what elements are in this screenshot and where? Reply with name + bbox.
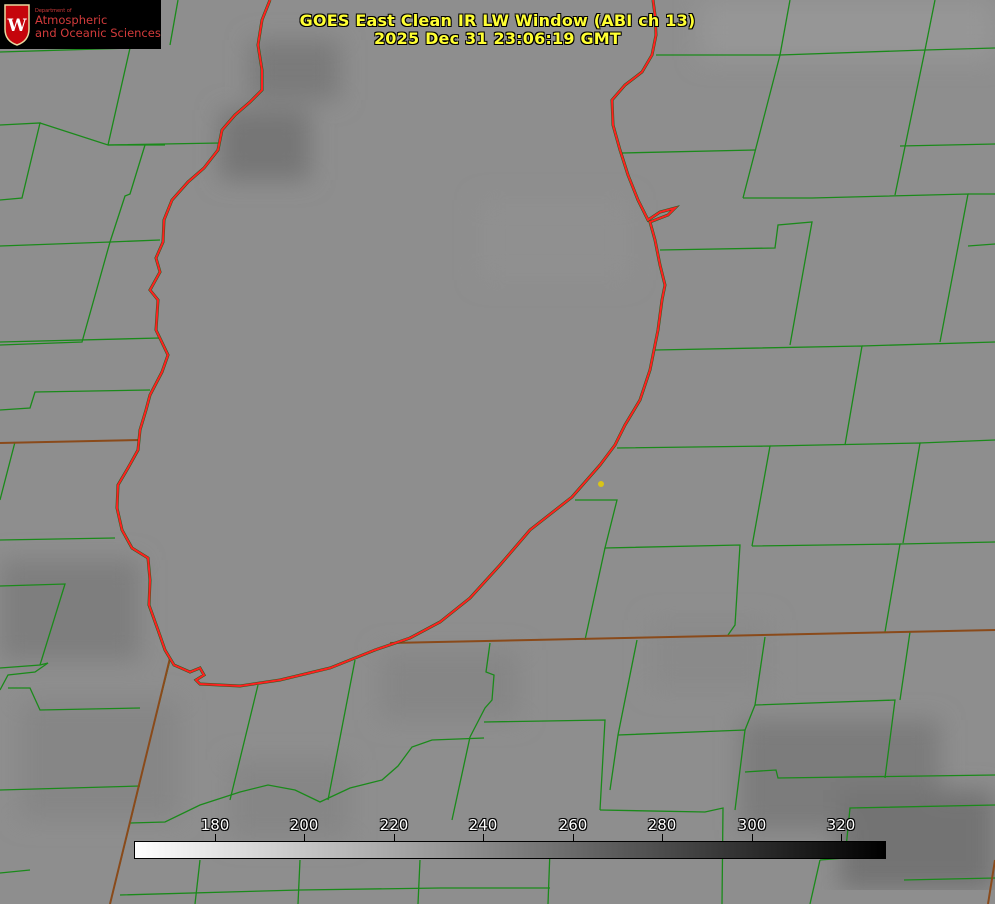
ir-satellite-map <box>0 0 995 904</box>
satellite-image-viewer: W Department of Atmospheric and Oceanic … <box>0 0 995 904</box>
site-marker <box>598 481 604 487</box>
colorbar-tickmark <box>841 834 842 841</box>
colorbar-tick-label: 240 <box>468 816 498 834</box>
colorbar-tickmark <box>662 834 663 841</box>
colorbar-tickmark <box>483 834 484 841</box>
colorbar-tickmark <box>573 834 574 841</box>
temperature-colorbar <box>134 841 886 859</box>
colorbar-tick-label: 320 <box>826 816 856 834</box>
image-timestamp: 2025 Dec 31 23:06:19 GMT <box>373 29 622 48</box>
colorbar-tick-label: 200 <box>289 816 319 834</box>
colorbar-tickmark <box>215 834 216 841</box>
colorbar-tick-label: 220 <box>379 816 409 834</box>
colorbar-tickmark <box>304 834 305 841</box>
colorbar-tick-label: 300 <box>737 816 767 834</box>
colorbar-tick-label: 280 <box>647 816 677 834</box>
colorbar-tickmark <box>752 834 753 841</box>
image-title: GOES East Clean IR LW Window (ABI ch 13) <box>299 11 696 30</box>
colorbar-tickmark <box>394 834 395 841</box>
colorbar-tick-label: 260 <box>558 816 588 834</box>
colorbar-tick-label: 180 <box>200 816 230 834</box>
